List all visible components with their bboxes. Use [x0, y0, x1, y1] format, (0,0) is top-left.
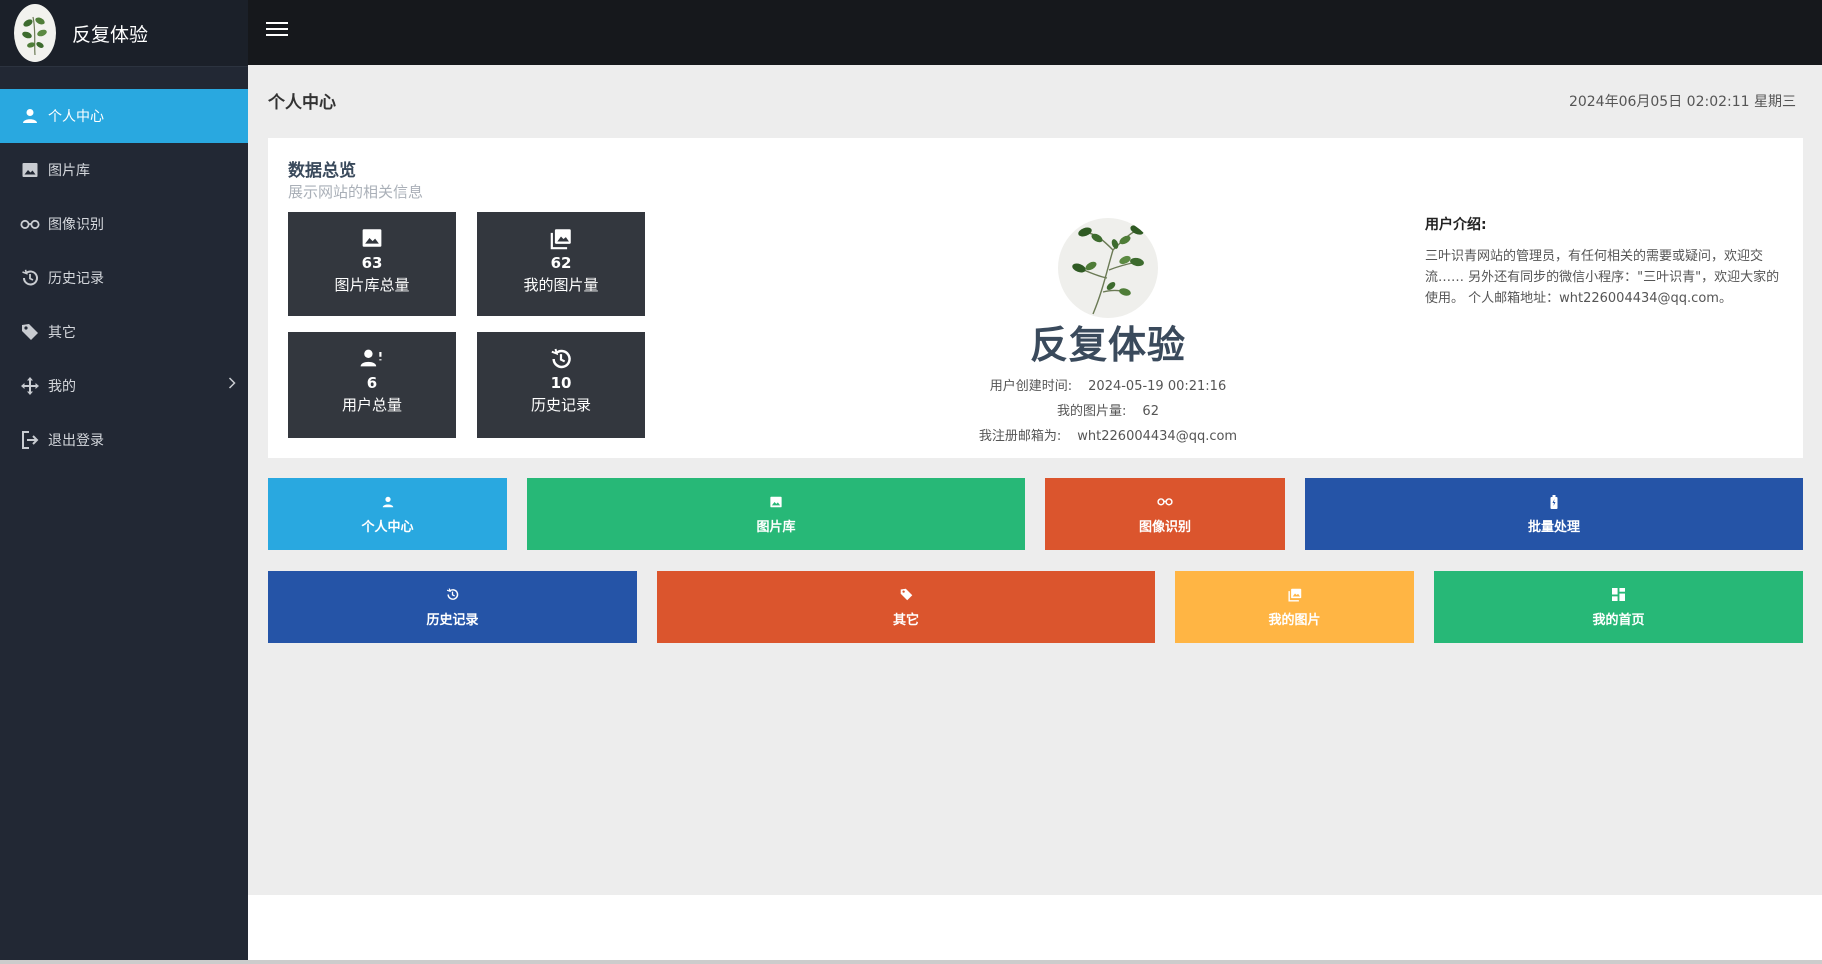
- user-icon: [20, 106, 40, 126]
- user-intro-title: 用户介绍:: [1425, 217, 1487, 233]
- image-count-label: 我的图片量:: [1057, 404, 1127, 419]
- quick-button-batch[interactable]: 批量处理: [1305, 478, 1803, 550]
- sidebar-item-recognition[interactable]: 图像识别: [0, 197, 248, 251]
- stat-label: 图片库总量: [334, 276, 410, 294]
- sidebar-item-label: 图像识别: [48, 217, 104, 233]
- sidebar-item-label: 图片库: [48, 163, 90, 179]
- quick-button-label: 个人中心: [361, 519, 414, 535]
- quick-button-personal-center[interactable]: 个人中心: [268, 478, 507, 550]
- image-count-value: 62: [1142, 404, 1159, 419]
- brand-name: 反复体验: [72, 23, 149, 46]
- quick-button-label: 其它: [892, 612, 919, 628]
- email-label: 我注册邮箱为:: [978, 429, 1062, 444]
- quick-button-my-home[interactable]: 我的首页: [1434, 571, 1803, 643]
- quick-button-history[interactable]: 历史记录: [268, 571, 637, 643]
- stat-card-user-total[interactable]: 6 用户总量: [288, 332, 456, 438]
- images-icon: [1287, 587, 1302, 603]
- image-icon: [20, 160, 40, 180]
- history-icon: [446, 587, 459, 603]
- tag-icon: [900, 587, 913, 603]
- quick-button-label: 历史记录: [426, 612, 479, 628]
- brand[interactable]: 反复体验: [0, 0, 248, 67]
- images-icon: [550, 228, 572, 250]
- quick-button-gallery[interactable]: 图片库: [527, 478, 1025, 550]
- chevron-right-icon: [228, 377, 236, 393]
- dashboard-icon: [1612, 587, 1625, 603]
- sidebar-item-label: 我的: [48, 379, 76, 395]
- quick-button-label: 批量处理: [1527, 519, 1580, 535]
- email-value: wht226004434@qq.com: [1077, 429, 1238, 444]
- sidebar-item-logout[interactable]: 退出登录: [0, 413, 248, 467]
- sidebar-item-gallery[interactable]: 图片库: [0, 143, 248, 197]
- history-icon: [550, 348, 572, 370]
- overview-title: 数据总览: [288, 161, 356, 181]
- email-row: 我注册邮箱为: wht226004434@qq.com: [908, 425, 1308, 444]
- brand-logo: [14, 4, 56, 62]
- stat-label: 历史记录: [530, 396, 591, 414]
- history-icon: [20, 268, 40, 288]
- stat-value: 10: [550, 374, 572, 392]
- footer: [248, 895, 1822, 960]
- image-icon: [770, 494, 782, 510]
- quick-button-label: 我的首页: [1592, 612, 1645, 628]
- sidebar-item-label: 历史记录: [48, 271, 104, 287]
- image-count-row: 我的图片量: 62: [908, 400, 1308, 419]
- profile-name: 反复体验: [1029, 323, 1186, 367]
- user-icon: [382, 494, 394, 510]
- quick-button-recognition[interactable]: 图像识别: [1045, 478, 1285, 550]
- stat-card-history[interactable]: 10 历史记录: [477, 332, 645, 438]
- move-icon: [20, 376, 40, 396]
- user-intro-text: 三叶识青网站的管理员，有任何相关的需要或疑问，欢迎交流…… 另外还有同步的微信小…: [1425, 249, 1780, 306]
- logout-icon: [20, 430, 40, 450]
- battery-icon: [1550, 494, 1558, 510]
- quick-button-my-images[interactable]: 我的图片: [1175, 571, 1414, 643]
- created-time-value: 2024-05-19 00:21:16: [1088, 379, 1227, 394]
- hamburger-icon[interactable]: [266, 22, 288, 42]
- stat-label: 用户总量: [341, 396, 402, 414]
- stat-value: 63: [361, 254, 383, 272]
- top-bar: [248, 0, 1822, 65]
- page-title: 个人中心: [268, 93, 336, 113]
- stat-label: 我的图片量: [523, 276, 599, 294]
- avatar[interactable]: [1058, 218, 1158, 318]
- created-time-label: 用户创建时间:: [989, 379, 1073, 394]
- overview-panel: 数据总览 展示网站的相关信息 63 图片库总量 62 我的图片量 6 用户总量 …: [268, 138, 1803, 458]
- quick-button-label: 图像识别: [1138, 519, 1191, 535]
- image-icon: [362, 228, 382, 250]
- user-plus-icon: [360, 348, 384, 370]
- stat-value: 6: [366, 374, 378, 392]
- sidebar-nav: 个人中心 图片库 图像识别 历史记录 其它 我的 退出登录: [0, 89, 248, 467]
- quick-button-label: 图片库: [756, 519, 796, 535]
- quick-button-label: 我的图片: [1268, 612, 1321, 628]
- sidebar-item-label: 其它: [48, 325, 76, 341]
- window-bottom-edge: [0, 960, 1822, 964]
- stat-value: 62: [550, 254, 572, 272]
- sidebar-item-label: 个人中心: [48, 109, 104, 125]
- sidebar-item-other[interactable]: 其它: [0, 305, 248, 359]
- sidebar-item-mine[interactable]: 我的: [0, 359, 248, 413]
- stat-card-my-images[interactable]: 62 我的图片量: [477, 212, 645, 316]
- tag-icon: [20, 322, 40, 342]
- stat-card-gallery-total[interactable]: 63 图片库总量: [288, 212, 456, 316]
- sidebar-item-history[interactable]: 历史记录: [0, 251, 248, 305]
- sidebar-item-label: 退出登录: [48, 433, 104, 449]
- datetime-display: 2024年06月05日 02:02:11 星期三: [1568, 94, 1796, 110]
- overview-subtitle: 展示网站的相关信息: [288, 183, 424, 201]
- quick-button-other[interactable]: 其它: [657, 571, 1155, 643]
- sidebar: 反复体验 个人中心 图片库 图像识别 历史记录 其它 我的 退出登录: [0, 0, 248, 960]
- profile-card: 反复体验 用户创建时间: 2024-05-19 00:21:16 我的图片量: 62…: [908, 218, 1308, 444]
- glasses-icon: [20, 214, 40, 234]
- created-time-row: 用户创建时间: 2024-05-19 00:21:16: [908, 375, 1308, 394]
- glasses-icon: [1157, 494, 1173, 510]
- sidebar-item-personal-center[interactable]: 个人中心: [0, 89, 248, 143]
- user-intro: 用户介绍: 三叶识青网站的管理员，有任何相关的需要或疑问，欢迎交流…… 另外还有…: [1425, 214, 1785, 309]
